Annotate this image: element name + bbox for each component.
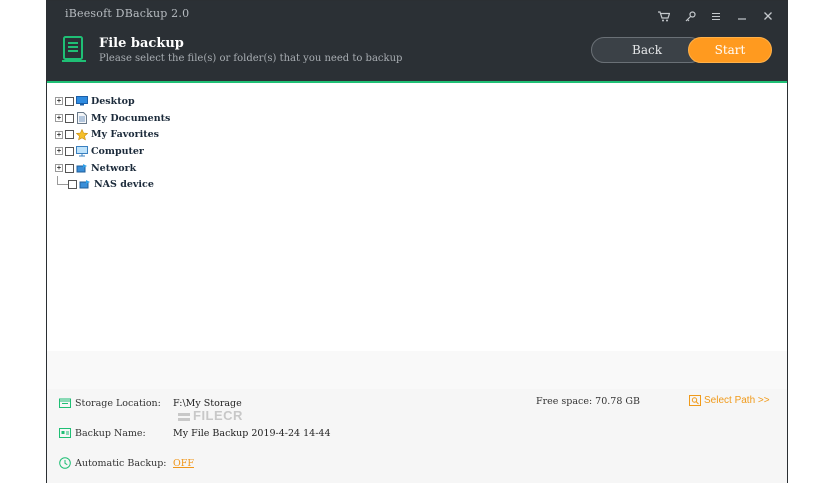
footer-panel: Storage Location: F:\My Storage Free spa… xyxy=(47,389,787,483)
tree-item-label: Computer xyxy=(91,145,144,157)
checkbox[interactable] xyxy=(68,180,77,190)
minimize-icon[interactable] xyxy=(733,7,751,25)
tree-item-computer[interactable]: + Computer xyxy=(55,143,775,160)
page-title: File backup xyxy=(99,36,184,51)
checkbox[interactable] xyxy=(65,96,74,106)
backup-name-icon xyxy=(59,427,71,439)
storage-location-label: Storage Location: xyxy=(75,397,161,409)
tree-item-my-favorites[interactable]: + My Favorites xyxy=(55,126,775,143)
backup-name-label: Backup Name: xyxy=(75,427,146,439)
watermark-text: FILECR xyxy=(193,408,243,423)
expand-toggle[interactable]: + xyxy=(55,130,63,139)
documents-icon xyxy=(76,112,88,125)
menu-icon[interactable] xyxy=(707,7,725,25)
select-path-label: Select Path >> xyxy=(704,395,770,406)
tree-connector xyxy=(57,176,68,186)
tree-item-label: My Favorites xyxy=(91,129,159,141)
tree-item-desktop[interactable]: + Desktop xyxy=(55,93,775,110)
checkbox[interactable] xyxy=(65,113,74,123)
tree-item-nas-device[interactable]: NAS device xyxy=(55,176,775,193)
free-space-text: Free space: 70.78 GB xyxy=(536,396,640,407)
checkbox[interactable] xyxy=(65,163,74,173)
window-title: iBeesoft DBackup 2.0 xyxy=(65,7,190,20)
storage-location-value: F:\My Storage xyxy=(173,397,242,409)
tree-item-label: Network xyxy=(91,162,137,174)
favorites-star-icon xyxy=(76,128,88,141)
expand-toggle[interactable]: + xyxy=(55,97,63,106)
clock-icon xyxy=(59,457,71,469)
watermark: FILECR xyxy=(178,408,243,423)
key-icon[interactable] xyxy=(681,7,699,25)
back-button[interactable]: Back xyxy=(591,37,703,63)
tree-item-label: NAS device xyxy=(94,179,154,191)
start-button[interactable]: Start xyxy=(688,37,772,63)
file-tree: + Desktop + My Documents + My Favorites … xyxy=(55,93,775,193)
cart-icon[interactable] xyxy=(655,7,673,25)
checkbox[interactable] xyxy=(65,146,74,156)
app-window: iBeesoft DBackup 2.0 File backup Please … xyxy=(46,0,788,483)
expand-toggle[interactable]: + xyxy=(55,164,63,173)
backup-name-row: Backup Name: My File Backup 2019-4-24 14… xyxy=(59,425,331,441)
page-subtitle: Please select the file(s) or folder(s) t… xyxy=(99,53,403,64)
backup-name-value[interactable]: My File Backup 2019-4-24 14-44 xyxy=(173,428,331,439)
tree-item-label: My Documents xyxy=(91,112,171,124)
checkbox[interactable] xyxy=(65,130,74,140)
nas-device-icon xyxy=(79,179,91,190)
tree-panel-bottom xyxy=(47,351,787,391)
window-controls xyxy=(655,7,777,25)
automatic-backup-row: Automatic Backup: OFF xyxy=(59,455,194,471)
close-icon[interactable] xyxy=(759,7,777,25)
tree-item-network[interactable]: + Network xyxy=(55,160,775,177)
computer-icon xyxy=(76,145,88,157)
select-path-icon xyxy=(689,395,701,406)
expand-toggle[interactable]: + xyxy=(55,147,63,156)
tree-item-label: Desktop xyxy=(91,95,135,107)
header-accent-line xyxy=(47,81,787,83)
network-icon xyxy=(76,163,88,174)
desktop-icon xyxy=(76,96,88,107)
folder-icon xyxy=(59,397,71,409)
automatic-backup-toggle[interactable]: OFF xyxy=(173,458,194,469)
file-backup-icon xyxy=(61,35,87,63)
watermark-logo-icon xyxy=(178,412,190,421)
automatic-backup-label: Automatic Backup: xyxy=(75,457,167,469)
expand-toggle[interactable]: + xyxy=(55,114,63,123)
select-path-link[interactable]: Select Path >> xyxy=(689,395,770,406)
tree-item-my-documents[interactable]: + My Documents xyxy=(55,110,775,127)
header-bar: iBeesoft DBackup 2.0 File backup Please … xyxy=(47,1,787,83)
